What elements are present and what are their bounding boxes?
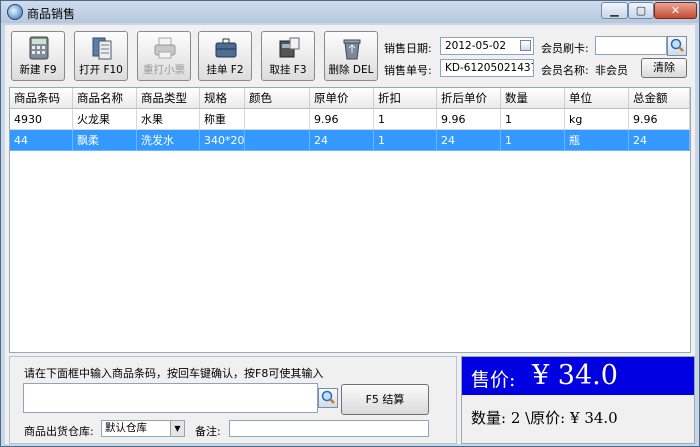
sale-no-value: KD-61205021437215 bbox=[445, 62, 533, 74]
cell-name: 火龙果 bbox=[73, 109, 137, 130]
sale-date-label: 销售日期: bbox=[384, 42, 432, 55]
col-header-unit[interactable]: 单位 bbox=[565, 88, 629, 109]
entry-panel: 请在下面框中输入商品条码，按回车键确认，按F8可使其输入 F5 结算 商品出货仓… bbox=[9, 356, 457, 444]
price-panel: 售价: ¥ 34.0 数量: 2 \原价: ¥ 34.0 bbox=[461, 356, 695, 444]
member-name-value: 非会员 bbox=[595, 64, 628, 77]
sales-window: 商品销售 ▁ ▢ ✕ 新建 F9 打开 F10 重打小票 挂单 F2 取挂 F3… bbox=[0, 0, 700, 447]
cell-total: 9.96 bbox=[629, 109, 690, 130]
cell-color bbox=[245, 109, 310, 130]
grid-header: 商品条码 商品名称 商品类型 规格 颜色 原单价 折扣 折后单价 数量 单位 总… bbox=[10, 88, 690, 109]
recycle-bin-icon bbox=[343, 39, 361, 60]
hold-button-label: 挂单 F2 bbox=[206, 64, 244, 76]
cell-unit-price: 9.96 bbox=[310, 109, 374, 130]
barcode-search-button[interactable] bbox=[318, 388, 338, 408]
cell-total: 24 bbox=[629, 130, 690, 151]
cell-discount: 1 bbox=[374, 130, 437, 151]
hold-button[interactable]: 挂单 F2 bbox=[198, 31, 252, 81]
sale-price-value: ¥ 34.0 bbox=[532, 360, 618, 391]
close-button[interactable]: ✕ bbox=[654, 2, 697, 19]
remark-label: 备注: bbox=[195, 425, 221, 438]
new-button[interactable]: 新建 F9 bbox=[11, 31, 65, 81]
reprint-button[interactable]: 重打小票 bbox=[137, 31, 191, 81]
cell-unit-price: 24 bbox=[310, 130, 374, 151]
col-header-discount-price[interactable]: 折后单价 bbox=[437, 88, 501, 109]
briefcase-icon bbox=[215, 38, 237, 58]
cell-type: 洗发水 bbox=[137, 130, 200, 151]
cell-unit: kg bbox=[565, 109, 629, 130]
warehouse-value: 默认仓库 bbox=[105, 422, 147, 434]
toolbar: 新建 F9 打开 F10 重打小票 挂单 F2 取挂 F3 删除 DEL 销售日… bbox=[5, 25, 695, 87]
col-header-total[interactable]: 总金额 bbox=[629, 88, 690, 109]
member-card-input[interactable] bbox=[595, 36, 667, 55]
cell-name: 飘柔 bbox=[73, 130, 137, 151]
col-header-unit-price[interactable]: 原单价 bbox=[310, 88, 374, 109]
col-header-barcode[interactable]: 商品条码 bbox=[10, 88, 73, 109]
warehouse-select[interactable]: 默认仓库 ▼ bbox=[101, 420, 185, 437]
sales-grid[interactable]: 商品条码 商品名称 商品类型 规格 颜色 原单价 折扣 折后单价 数量 单位 总… bbox=[9, 87, 691, 353]
window-title: 商品销售 bbox=[27, 7, 76, 21]
col-header-type[interactable]: 商品类型 bbox=[137, 88, 200, 109]
new-button-label: 新建 F9 bbox=[19, 64, 57, 76]
cell-spec: 称重 bbox=[200, 109, 245, 130]
maximize-button[interactable]: ▢ bbox=[628, 2, 654, 19]
chevron-down-icon: ▼ bbox=[170, 421, 184, 436]
sale-price-label: 售价: bbox=[471, 369, 516, 391]
sale-no-label: 销售单号: bbox=[384, 64, 432, 77]
sale-date-picker[interactable]: 2012-05-02 bbox=[440, 37, 534, 55]
cell-discount: 1 bbox=[374, 109, 437, 130]
col-header-discount[interactable]: 折扣 bbox=[374, 88, 437, 109]
delete-button[interactable]: 删除 DEL bbox=[324, 31, 378, 81]
retrieve-hold-button[interactable]: 取挂 F3 bbox=[261, 31, 315, 81]
member-card-label: 会员刷卡: bbox=[541, 42, 589, 55]
cash-register-icon bbox=[279, 37, 300, 58]
document-icon bbox=[92, 37, 112, 60]
col-header-spec[interactable]: 规格 bbox=[200, 88, 245, 109]
member-search-button[interactable] bbox=[667, 36, 687, 56]
remark-input[interactable] bbox=[229, 420, 429, 437]
cell-spec: 340*20 bbox=[200, 130, 245, 151]
table-row[interactable]: 4930 火龙果 水果 称重 9.96 1 9.96 1 kg 9.96 bbox=[10, 109, 690, 130]
reprint-button-label: 重打小票 bbox=[143, 64, 185, 76]
client-area: 新建 F9 打开 F10 重打小票 挂单 F2 取挂 F3 删除 DEL 销售日… bbox=[5, 25, 695, 444]
member-name-label: 会员名称: bbox=[541, 64, 589, 77]
sale-date-value: 2012-05-02 bbox=[445, 40, 507, 52]
sale-no-field[interactable]: KD-61205021437215 bbox=[440, 59, 534, 77]
calculator-icon bbox=[29, 36, 49, 60]
cell-discount-price: 9.96 bbox=[437, 109, 501, 130]
printer-icon bbox=[154, 37, 176, 59]
cell-unit: 瓶 bbox=[565, 130, 629, 151]
warehouse-label: 商品出货仓库: bbox=[24, 425, 94, 438]
title-bar: 商品销售 ▁ ▢ ✕ bbox=[1, 1, 699, 23]
open-button-label: 打开 F10 bbox=[79, 64, 123, 76]
col-header-color[interactable]: 颜色 bbox=[245, 88, 310, 109]
table-row-selected[interactable]: 44 飘柔 洗发水 340*20 24 1 24 1 瓶 24 bbox=[10, 130, 690, 151]
cell-barcode: 44 bbox=[10, 130, 73, 151]
open-button[interactable]: 打开 F10 bbox=[74, 31, 128, 81]
cell-barcode: 4930 bbox=[10, 109, 73, 130]
barcode-input[interactable] bbox=[23, 383, 318, 413]
col-header-name[interactable]: 商品名称 bbox=[73, 88, 137, 109]
retrieve-hold-button-label: 取挂 F3 bbox=[269, 64, 307, 76]
search-icon bbox=[321, 390, 335, 404]
price-display: 售价: ¥ 34.0 bbox=[462, 357, 694, 395]
cell-quantity: 1 bbox=[501, 130, 565, 151]
col-header-quantity[interactable]: 数量 bbox=[501, 88, 565, 109]
clear-button[interactable]: 清除 bbox=[641, 58, 687, 78]
app-icon bbox=[7, 4, 23, 20]
barcode-hint: 请在下面框中输入商品条码，按回车键确认，按F8可使其输入 bbox=[24, 367, 324, 380]
cell-discount-price: 24 bbox=[437, 130, 501, 151]
calendar-icon[interactable] bbox=[520, 40, 531, 51]
checkout-button[interactable]: F5 结算 bbox=[341, 384, 429, 415]
search-icon bbox=[670, 38, 684, 52]
minimize-button[interactable]: ▁ bbox=[601, 2, 628, 19]
price-summary: 数量: 2 \原价: ¥ 34.0 bbox=[471, 409, 618, 427]
cell-color bbox=[245, 130, 310, 151]
cell-quantity: 1 bbox=[501, 109, 565, 130]
cell-type: 水果 bbox=[137, 109, 200, 130]
delete-button-label: 删除 DEL bbox=[328, 64, 374, 76]
